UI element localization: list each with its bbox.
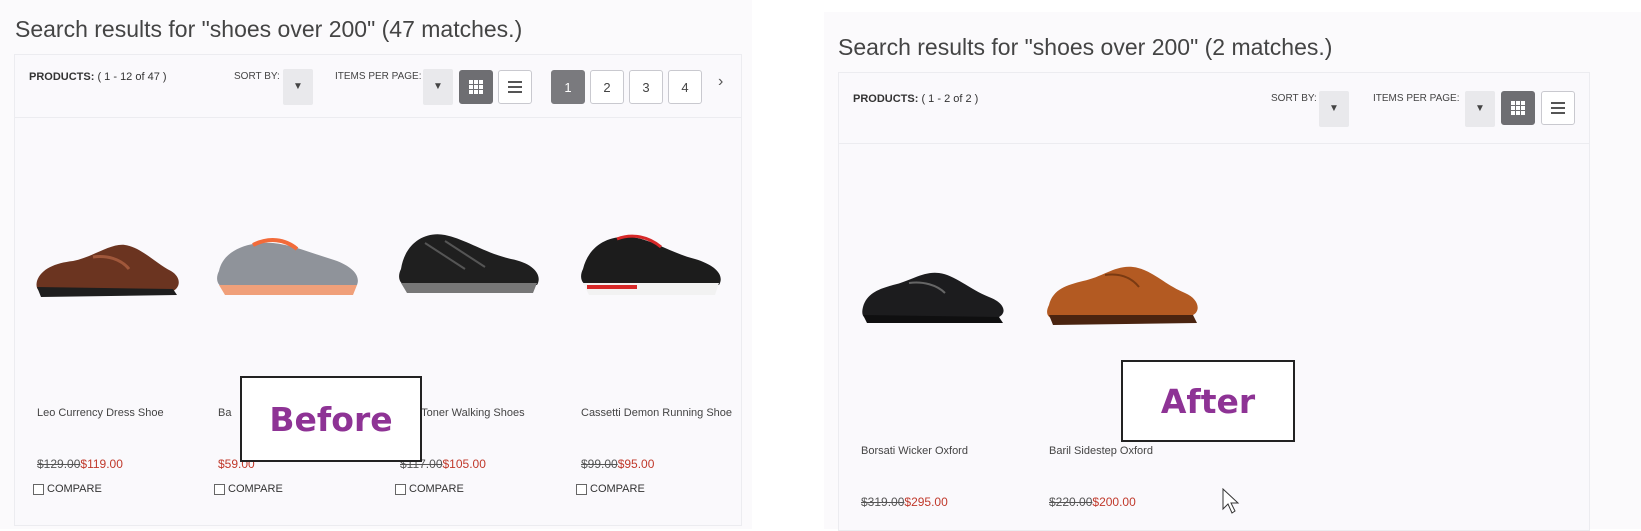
page-button-1[interactable]: 1: [551, 70, 585, 104]
after-label: After: [1121, 360, 1295, 442]
after-panel: Search results for "shoes over 200" (2 m…: [824, 12, 1641, 531]
grid-view-icon: [469, 80, 483, 94]
product-name[interactable]: Ba: [218, 407, 231, 419]
sale-price: $295.00: [904, 495, 948, 509]
items-per-page-dropdown[interactable]: ▼: [1465, 91, 1495, 127]
before-label: Before: [240, 376, 422, 462]
results-container: PRODUCTS: ( 1 - 2 of 2 ) SORT BY: ▼ ITEM…: [838, 72, 1590, 531]
compare-checkbox[interactable]: COMPARE: [395, 483, 464, 495]
chevron-down-icon: ▼: [1475, 103, 1485, 114]
page-button-4[interactable]: 4: [668, 70, 702, 104]
sale-price: $95.00: [617, 457, 655, 471]
products-prefix: PRODUCTS:: [29, 71, 95, 83]
list-view-button[interactable]: [1541, 91, 1575, 125]
page-button-2[interactable]: 2: [590, 70, 624, 104]
list-view-button[interactable]: [498, 70, 532, 104]
products-range: ( 1 - 2 of 2 ): [921, 93, 979, 105]
checkbox-icon[interactable]: [33, 483, 44, 495]
product-price: $129.00$119.00: [37, 457, 123, 471]
original-price: $220.00: [1049, 495, 1093, 509]
product-price: $220.00$200.00: [1049, 495, 1136, 509]
original-price: $129.00: [37, 457, 81, 471]
product-name[interactable]: Leo Currency Dress Shoe: [37, 407, 164, 419]
original-price: $319.00: [861, 495, 905, 509]
product-image[interactable]: [577, 225, 727, 303]
page-title: Search results for "shoes over 200" (2 m…: [838, 34, 1333, 60]
compare-checkbox[interactable]: COMPARE: [214, 483, 283, 495]
sale-price: $200.00: [1092, 495, 1136, 509]
product-name[interactable]: Baril Sidestep Oxford: [1049, 445, 1153, 457]
products-range: ( 1 - 12 of 47 ): [97, 71, 167, 83]
compare-checkbox[interactable]: COMPARE: [576, 483, 645, 495]
products-prefix: PRODUCTS:: [853, 93, 919, 105]
list-view-icon: [508, 81, 522, 93]
product-image[interactable]: [213, 227, 363, 303]
grid-view-button[interactable]: [459, 70, 493, 104]
product-price: $319.00$295.00: [861, 495, 948, 509]
product-name[interactable]: eo Toner Walking Shoes: [406, 407, 525, 419]
chevron-down-icon: ▼: [433, 81, 443, 92]
grid-view-button[interactable]: [1501, 91, 1535, 125]
toolbar-divider: [839, 143, 1589, 144]
product-image[interactable]: [33, 233, 183, 305]
next-page-arrow[interactable]: ›: [718, 73, 723, 91]
product-price: $99.00$95.00: [581, 457, 654, 471]
mouse-cursor-icon: [1222, 488, 1240, 514]
original-price: $99.00: [581, 457, 618, 471]
before-panel: Search results for "shoes over 200" (47 …: [0, 0, 752, 529]
toolbar-divider: [15, 117, 741, 118]
products-count: PRODUCTS: ( 1 - 12 of 47 ): [29, 71, 167, 83]
compare-label: COMPARE: [590, 483, 645, 495]
checkbox-icon[interactable]: [395, 483, 406, 495]
product-image[interactable]: [395, 223, 545, 303]
page-title: Search results for "shoes over 200" (47 …: [15, 16, 523, 42]
items-per-page-label: ITEMS PER PAGE:: [1373, 93, 1460, 104]
sort-by-dropdown[interactable]: ▼: [283, 69, 313, 105]
sort-by-label: SORT BY:: [234, 71, 280, 82]
items-per-page-dropdown[interactable]: ▼: [423, 69, 453, 105]
compare-label: COMPARE: [228, 483, 283, 495]
compare-label: COMPARE: [47, 483, 102, 495]
compare-label: COMPARE: [409, 483, 464, 495]
checkbox-icon[interactable]: [214, 483, 225, 495]
chevron-down-icon: ▼: [1329, 103, 1339, 114]
sort-by-dropdown[interactable]: ▼: [1319, 91, 1349, 127]
checkbox-icon[interactable]: [576, 483, 587, 495]
compare-checkbox[interactable]: COMPARE: [33, 483, 102, 495]
sale-price: $119.00: [80, 457, 123, 471]
page-button-3[interactable]: 3: [629, 70, 663, 104]
product-name[interactable]: Cassetti Demon Running Shoe: [581, 407, 732, 419]
product-image[interactable]: [859, 263, 1009, 333]
sale-price: $105.00: [442, 457, 486, 471]
chevron-down-icon: ▼: [293, 81, 303, 92]
items-per-page-label: ITEMS PER PAGE:: [335, 71, 422, 82]
products-count: PRODUCTS: ( 1 - 2 of 2 ): [853, 93, 978, 105]
list-view-icon: [1551, 102, 1565, 114]
product-image[interactable]: [1043, 259, 1203, 335]
grid-view-icon: [1511, 101, 1525, 115]
sort-by-label: SORT BY:: [1271, 93, 1317, 104]
product-name[interactable]: Borsati Wicker Oxford: [861, 445, 968, 457]
